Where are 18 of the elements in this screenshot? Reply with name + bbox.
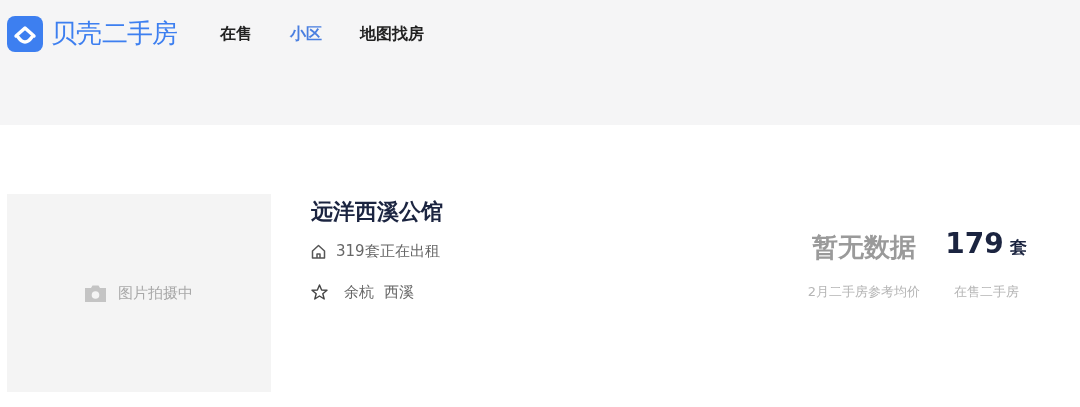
- count-value: 179: [945, 229, 1004, 258]
- area-link[interactable]: 西溪: [384, 280, 414, 303]
- community-name[interactable]: 远洋西溪公馆: [311, 195, 671, 228]
- rental-count: 319套正在出租: [336, 241, 440, 262]
- logo-icon: [7, 15, 43, 52]
- price-value: 暂无数据: [812, 234, 916, 260]
- nav-tab[interactable]: 小区: [289, 21, 322, 46]
- stat-label: 在售二手房: [953, 283, 1019, 301]
- count-unit: 套: [1009, 235, 1027, 259]
- star-icon: [311, 283, 328, 300]
- nav-tab[interactable]: 在售: [219, 21, 252, 46]
- logo-text[interactable]: 贝壳二手房: [51, 14, 178, 53]
- area-link[interactable]: 余杭: [344, 280, 374, 303]
- photo-placeholder-text: 图片拍摄中: [118, 282, 193, 304]
- camera-icon: [85, 284, 106, 302]
- nav-tab[interactable]: 地图找房: [359, 21, 424, 46]
- house-icon: [311, 243, 326, 259]
- stat-label: 2月二手房参考均价: [807, 283, 921, 301]
